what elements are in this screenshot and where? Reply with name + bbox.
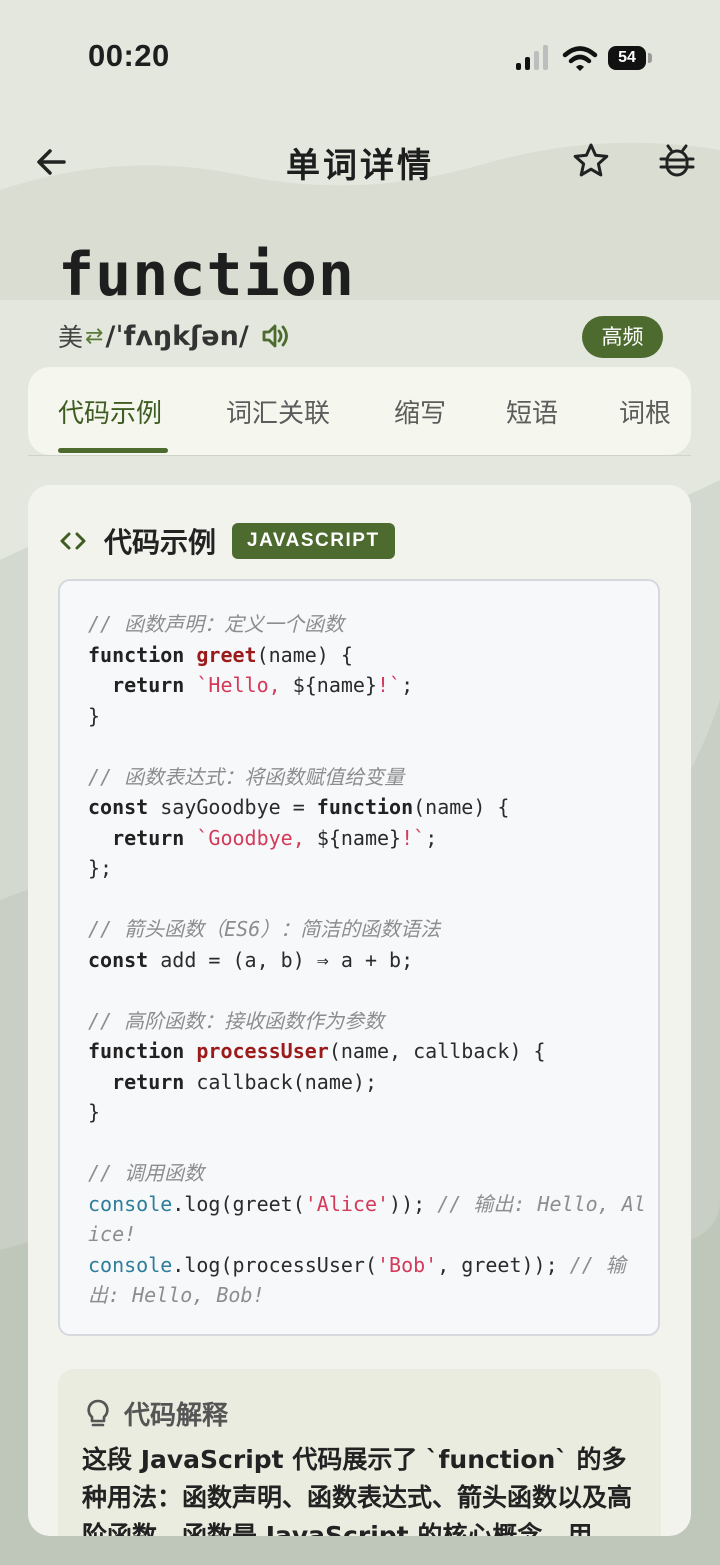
explanation-text: 这段 JavaScript 代码展示了 `function` 的多种用法：函数声… [82,1445,633,1536]
battery-icon: 54 [608,46,646,70]
code-section-title: 代码示例 [104,526,217,559]
wifi-icon [562,46,598,71]
code-text-token: ; [425,825,438,850]
bug-icon [659,144,695,177]
code-text: // 函数声明：定义一个函数 function greet(name) { re… [88,609,648,1311]
code-string: `Goodbye, [196,825,317,850]
code-line: console.log(processUser('Bob', greet)); … [88,1253,626,1308]
code-comment: // 函数声明：定义一个函数 [88,612,345,636]
code-comment: // 调用函数 [88,1161,205,1185]
code-keyword: function [316,795,414,819]
code-text-token: (name) { [256,642,353,667]
tab-word-roots[interactable]: 词根 [619,393,671,430]
code-text-token: }; [88,856,113,880]
status-icons: 54 [514,44,659,74]
status-time: 00:20 [88,38,170,73]
code-text-token: ${name} [316,825,402,850]
code-line: const sayGoodbye = function(name) { [88,795,509,819]
explanation-title: 代码解释 [124,1401,229,1431]
code-text-token: .log(processUser( [172,1252,377,1277]
code-keyword: function [88,642,197,667]
cellular-signal-icon [516,45,548,70]
lightbulb-icon [87,1399,109,1426]
tab-code-examples[interactable]: 代码示例 [58,393,162,430]
speaker-icon[interactable] [259,320,291,352]
page-title: 单词详情 [286,146,434,186]
code-keyword: const [88,947,161,972]
code-text-token: (name) { [413,795,510,819]
code-text-token: ; [401,673,414,697]
code-block[interactable]: // 函数声明：定义一个函数 function greet(name) { re… [58,579,660,1336]
code-explanation-panel: 代码解释 这段 JavaScript 代码展示了 `function` 的多种用… [58,1369,661,1536]
code-text-token: add = (a, b) ⇒ a + b; [160,947,414,972]
region-label: 美 [58,323,84,352]
code-line: } [88,1100,100,1124]
code-line: // 调用函数 [88,1161,204,1185]
favorite-button[interactable] [570,140,612,182]
code-builtin: console [88,1191,173,1216]
code-section-header: 代码示例 JAVASCRIPT [58,521,395,561]
code-string: 'Bob' [377,1252,438,1277]
code-brackets-icon [60,532,86,550]
code-string: 'Alice' [304,1191,390,1216]
language-badge: JAVASCRIPT [232,523,395,559]
code-text-token: )); [389,1191,438,1216]
code-comment: // 箭头函数（ES6）：简洁的函数语法 [88,917,441,941]
code-text-token: , greet)); [437,1252,570,1277]
code-text-token: .log(greet( [172,1191,305,1216]
tab-abbreviations[interactable]: 缩写 [394,393,446,430]
code-string: !` [377,673,402,697]
code-function-name: processUser [196,1039,329,1063]
tab-bar: 代码示例 词汇关联 缩写 短语 词根 [28,367,691,455]
code-line: // 函数声明：定义一个函数 [88,612,344,636]
word-text: function [58,240,355,310]
code-line: }; [88,856,112,880]
code-line: function processUser(name, callback) { [88,1039,546,1063]
code-string: `Hello, [196,673,293,697]
code-line: console.log(greet('Alice')); // 输出: Hell… [88,1192,646,1247]
code-comment: // 函数表达式：将函数赋值给变量 [88,764,405,789]
code-keyword: function [88,1039,197,1063]
code-line: } [88,704,100,728]
code-example-card: 代码示例 JAVASCRIPT // 函数声明：定义一个函数 function … [28,485,691,1536]
tab-phrases[interactable]: 短语 [506,393,558,430]
code-text-token: } [88,1100,101,1124]
code-builtin: console [88,1252,173,1277]
code-line: return `Hello, ${name}!`; [88,673,413,697]
code-keyword: const [88,795,161,819]
code-function-name: greet [196,642,257,667]
swap-accent-icon[interactable]: ⇄ [85,324,103,349]
code-text-token: } [88,703,101,728]
tab-vocabulary-links[interactable]: 词汇关联 [226,393,330,430]
code-line: // 函数表达式：将函数赋值给变量 [88,765,404,789]
frequency-badge: 高频 [582,316,663,358]
tabs-divider [28,455,691,456]
code-keyword: return [112,825,197,850]
code-text-token: callback(name); [196,1069,378,1094]
star-icon [573,143,609,177]
explanation-header: 代码解释 [84,1395,228,1432]
code-keyword: return [112,1069,197,1094]
debug-button[interactable] [656,140,698,182]
code-comment: // 高阶函数：接收函数作为参数 [88,1008,385,1033]
pronunciation-row: 美 ⇄ /ˈfʌŋkʃən/ [58,318,291,354]
code-line: return callback(name); [88,1070,377,1094]
code-text-token: sayGoodbye = [160,795,317,819]
code-line: const add = (a, b) ⇒ a + b; [88,948,413,972]
phonetic-text: /ˈfʌŋkʃən/ [105,320,249,352]
code-string: !` [401,825,426,850]
battery-tip [648,53,652,63]
code-line: function greet(name) { [88,643,353,667]
code-text-token: ${name} [292,673,378,697]
active-tab-indicator [58,448,168,453]
code-line: // 高阶函数：接收函数作为参数 [88,1009,384,1033]
code-line: // 箭头函数（ES6）：简洁的函数语法 [88,917,440,941]
code-text-token: (name, callback) { [328,1039,546,1063]
code-keyword: return [112,673,197,697]
code-line: return `Goodbye, ${name}!`; [88,826,437,850]
